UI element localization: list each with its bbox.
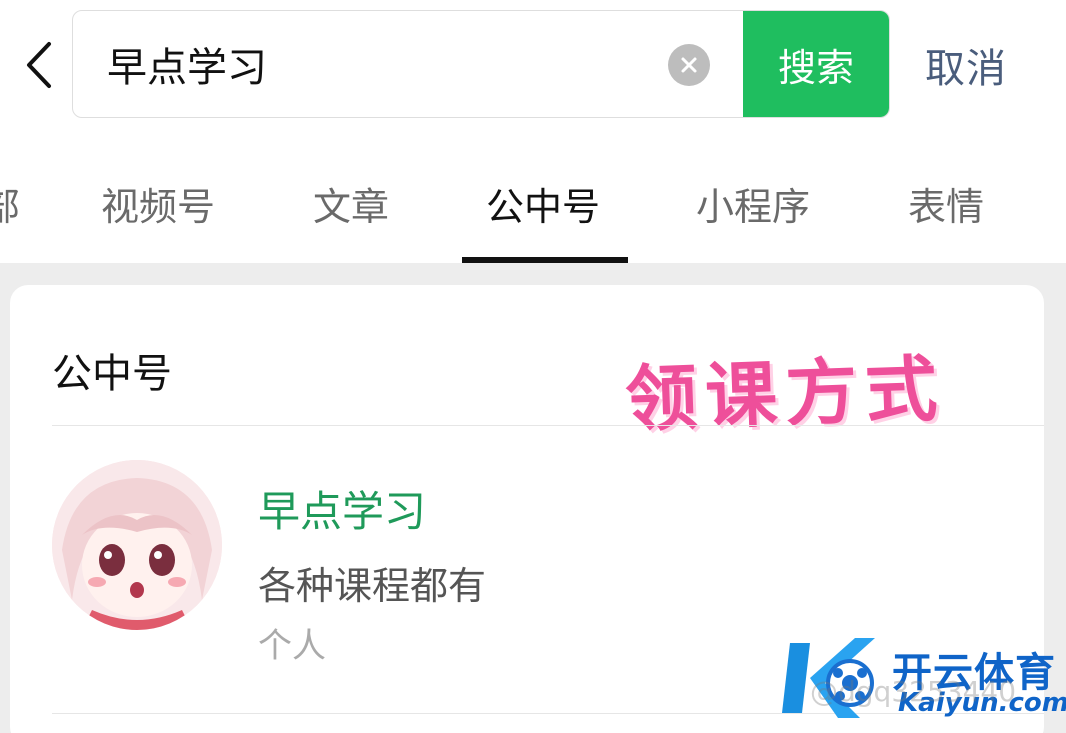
category-tabs: 部 视频号 文章 公中号 小程序 表情 — [0, 150, 1066, 263]
promo-banner: 领课方式 — [623, 346, 947, 442]
anime-girl-avatar-icon — [52, 460, 222, 630]
watermark-handle: @dgq3253440 — [810, 675, 1017, 708]
search-box: 搜索 — [72, 10, 890, 118]
divider — [52, 425, 1044, 426]
clear-search-button[interactable] — [668, 44, 710, 86]
tab-articles[interactable]: 文章 — [313, 176, 389, 231]
cancel-button[interactable]: 取消 — [925, 36, 1007, 94]
section-title: 公中号 — [52, 351, 172, 397]
top-bar: 搜索 取消 部 视频号 文章 公中号 小程序 表情 — [0, 0, 1066, 263]
search-input[interactable] — [107, 11, 667, 117]
account-result-item[interactable]: 早点学习 各种课程都有 个人 — [52, 460, 1042, 666]
tab-video[interactable]: 视频号 — [101, 176, 215, 231]
back-button[interactable] — [14, 30, 64, 100]
account-type: 个人 — [258, 626, 326, 666]
chevron-left-icon — [27, 42, 51, 88]
avatar — [52, 460, 222, 630]
tab-all[interactable]: 部 — [0, 176, 20, 231]
search-button[interactable]: 搜索 — [743, 11, 889, 117]
tab-official-accounts[interactable]: 公中号 — [486, 176, 600, 231]
account-name: 早点学习 — [258, 487, 427, 536]
account-description: 各种课程都有 — [258, 564, 487, 608]
close-icon — [681, 57, 697, 73]
tab-stickers[interactable]: 表情 — [908, 176, 984, 231]
tab-mini-programs[interactable]: 小程序 — [696, 176, 810, 231]
active-tab-indicator — [462, 257, 628, 263]
